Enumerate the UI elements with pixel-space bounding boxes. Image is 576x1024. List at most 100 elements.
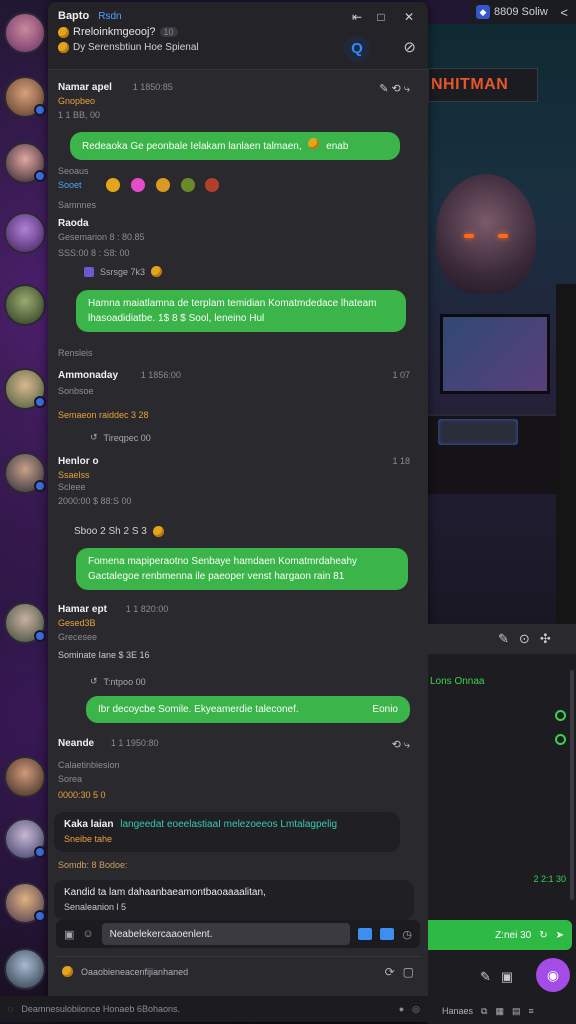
help-icon[interactable]: ◌	[8, 1004, 13, 1014]
image-icon[interactable]: ▣	[501, 969, 513, 985]
message-meta: Sorea	[58, 774, 83, 784]
message-meta: Gesed3B	[58, 618, 96, 628]
avatar[interactable]	[4, 882, 46, 924]
message-bubble[interactable]: Ibr decoycbe Somile. Ekyeamerdie talecon…	[86, 696, 410, 723]
list-icon[interactable]: ≡	[529, 1006, 534, 1016]
emoji-icon[interactable]	[106, 178, 121, 192]
bubble-text: langeedat eoeelastiaaI melezoeeos Lmtala…	[120, 819, 338, 830]
link-icon[interactable]: ⊘	[403, 38, 416, 56]
sender-name[interactable]: Raoda	[58, 218, 89, 229]
target-icon[interactable]: ⊙	[519, 631, 530, 647]
sender-name[interactable]: Henlor o	[58, 456, 99, 467]
sender-name[interactable]: Ammonaday	[58, 370, 118, 381]
side-chat-panel: ✎ ⊙ ✣ Lons Onnaa 2 2:1 30 Z:nei 30 ↻ ➤ ✎…	[428, 624, 576, 1024]
refresh-icon[interactable]: ⟳	[385, 965, 395, 979]
online-badge-icon	[34, 170, 46, 182]
footer-text: Deamnesulobiionce Honaeb 6Bohaons.	[21, 1004, 180, 1014]
search-button[interactable]: Q	[344, 36, 370, 62]
message-meta: 0000:30 5 0	[58, 790, 106, 800]
message-time: 1 18	[392, 456, 410, 466]
settings-icon[interactable]: ◎	[412, 1004, 420, 1015]
game-art-panel: NHITMAN	[428, 24, 576, 624]
avatar[interactable]	[4, 76, 46, 118]
reply-text: T:ntpoo 00	[103, 676, 146, 687]
avatar[interactable]	[4, 12, 46, 54]
message-input[interactable]	[101, 923, 351, 945]
avatar-column	[0, 0, 50, 1024]
send-button[interactable]: Z:nei 30 ↻ ➤	[428, 920, 572, 950]
calendar-icon[interactable]: ▦	[495, 1006, 504, 1017]
screen-icon[interactable]: ▢	[403, 965, 414, 979]
message-actions[interactable]: ✎ ⟲ ⤷	[379, 82, 410, 96]
scrollbar[interactable]	[570, 670, 574, 900]
sticker-icon[interactable]	[380, 928, 395, 940]
bubble-tail-text: enab	[326, 141, 349, 152]
avatar[interactable]	[4, 756, 46, 798]
message-header: Hamar ept 1 1 820:00	[58, 604, 418, 615]
avatar[interactable]	[4, 602, 46, 644]
sender-name[interactable]: Hamar ept	[58, 604, 107, 615]
reply-preview[interactable]: ↺ Tireqpec 00	[90, 432, 418, 443]
edge-shadow	[556, 284, 576, 624]
reply-preview[interactable]: ↺ T:ntpoo 00	[90, 676, 418, 687]
sender-name[interactable]: Neande	[58, 738, 94, 749]
bubble-meta: Sneibe tahe	[64, 834, 113, 844]
coin-icon	[151, 266, 163, 277]
message-bubble[interactable]: Redeaoka Ge peonbale Ielakam lanlaen tal…	[70, 132, 400, 160]
record-icon[interactable]: ●	[399, 1004, 404, 1014]
expand-icon[interactable]: ✣	[540, 631, 551, 647]
emoji-icon[interactable]	[155, 178, 170, 192]
emoji-picker-icon[interactable]: ☺	[82, 928, 93, 940]
message-bubble[interactable]: Kaka laian langeedat eoeelastiaaI melezo…	[54, 812, 400, 852]
image-icon[interactable]: ▣	[64, 928, 74, 941]
reply-text: Ssrsge 7k3	[100, 266, 146, 277]
clock-icon[interactable]: ◷	[402, 928, 412, 941]
monitor-illustration	[440, 314, 550, 394]
share-icon[interactable]: <	[560, 5, 568, 20]
message-meta: Gesemarion 8 : 80.85	[58, 232, 145, 242]
online-badge-icon	[34, 630, 46, 642]
compose-fab-button[interactable]: ◉	[536, 958, 570, 992]
avatar[interactable]	[4, 818, 46, 860]
pen-icon[interactable]: ✎	[480, 969, 491, 985]
online-badge-icon	[34, 846, 46, 858]
message-actions[interactable]: ⟲ ⤷	[392, 738, 410, 752]
close-icon[interactable]: ✕	[402, 10, 416, 24]
message-header: Namar apel 1 1850:85 ✎ ⟲ ⤷	[58, 82, 418, 96]
side-footer: Hanaes ⧉ ▦ ▤ ≡	[428, 998, 576, 1024]
coin-icon	[58, 26, 69, 38]
chat-subtitle: Rreloinkmgeooj?	[73, 26, 156, 38]
online-badge-icon	[34, 396, 46, 408]
footer-bar: ◌ Deamnesulobiionce Honaeb 6Bohaons. ● ◎	[0, 996, 428, 1022]
chat-description: Dy Serensbtiun Hoe Spienal	[73, 42, 199, 53]
edit-icon[interactable]: ✎	[498, 631, 509, 647]
emoji-icon[interactable]	[180, 178, 195, 192]
message-bubble[interactable]: Hamna maiatlamna de terplam temidian Kom…	[76, 290, 406, 332]
reply-preview[interactable]: Ssrsge 7k3	[84, 266, 418, 277]
message-meta: Calaetinbiesion	[58, 760, 120, 770]
side-timestamp: 2 2:1 30	[533, 874, 566, 884]
message-time: 1 1 1950:80	[110, 738, 159, 748]
emoji-icon[interactable]	[131, 178, 146, 192]
sender-name[interactable]: Namar apel	[58, 82, 112, 93]
gif-icon[interactable]	[358, 928, 373, 940]
back-arrow-icon[interactable]: ⇤	[350, 10, 364, 24]
hero-illustration	[436, 174, 536, 294]
message-header: Ammonaday 1 1856:00 1 07	[58, 370, 418, 381]
avatar[interactable]	[4, 452, 46, 494]
bubble-tail-text: Eonio	[372, 704, 398, 715]
message-bubble[interactable]: Fomena mapiperaotno Senbaye hamdaen Koma…	[76, 548, 408, 590]
send-icon: ↻	[539, 929, 548, 941]
copy-icon[interactable]: ⧉	[481, 1006, 487, 1017]
avatar[interactable]	[4, 368, 46, 410]
avatar[interactable]	[4, 212, 46, 254]
reaction-row[interactable]: Sboo 2 Sh 2 S 3	[74, 526, 418, 537]
grid-icon[interactable]: ▤	[512, 1006, 521, 1017]
avatar[interactable]	[4, 948, 46, 990]
maximize-icon[interactable]: □	[374, 10, 388, 24]
hero-eye	[498, 234, 508, 238]
avatar[interactable]	[4, 284, 46, 326]
avatar[interactable]	[4, 142, 46, 184]
emoji-icon[interactable]	[205, 178, 220, 192]
message-bubble[interactable]: Kandid ta lam dahaanbaeamontbaoaaaalitan…	[54, 880, 414, 920]
